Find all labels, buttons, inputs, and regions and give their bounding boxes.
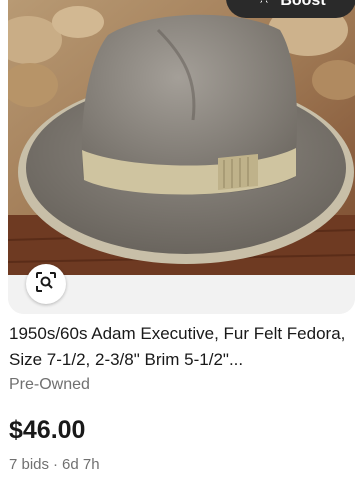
- meta-separator: ·: [53, 456, 59, 473]
- boost-rocket-icon: [256, 0, 272, 10]
- listing-card[interactable]: Boost 1950s/60s Adam Executive, Fur Felt…: [0, 0, 361, 477]
- boost-label: Boost: [280, 0, 326, 9]
- listing-price: $46.00: [9, 416, 86, 444]
- listing-condition: Pre-Owned: [9, 376, 90, 393]
- listing-meta: 7 bids · 6d 7h: [9, 456, 100, 473]
- bid-count: 7 bids: [9, 456, 50, 473]
- time-left: 6d 7h: [62, 456, 100, 473]
- boost-button[interactable]: Boost: [226, 0, 355, 18]
- visual-search-icon: [35, 271, 57, 298]
- listing-image-container[interactable]: Boost: [8, 0, 355, 314]
- visual-search-button[interactable]: [26, 264, 66, 304]
- listing-title[interactable]: 1950s/60s Adam Executive, Fur Felt Fedor…: [9, 321, 354, 373]
- listing-photo[interactable]: [8, 0, 355, 275]
